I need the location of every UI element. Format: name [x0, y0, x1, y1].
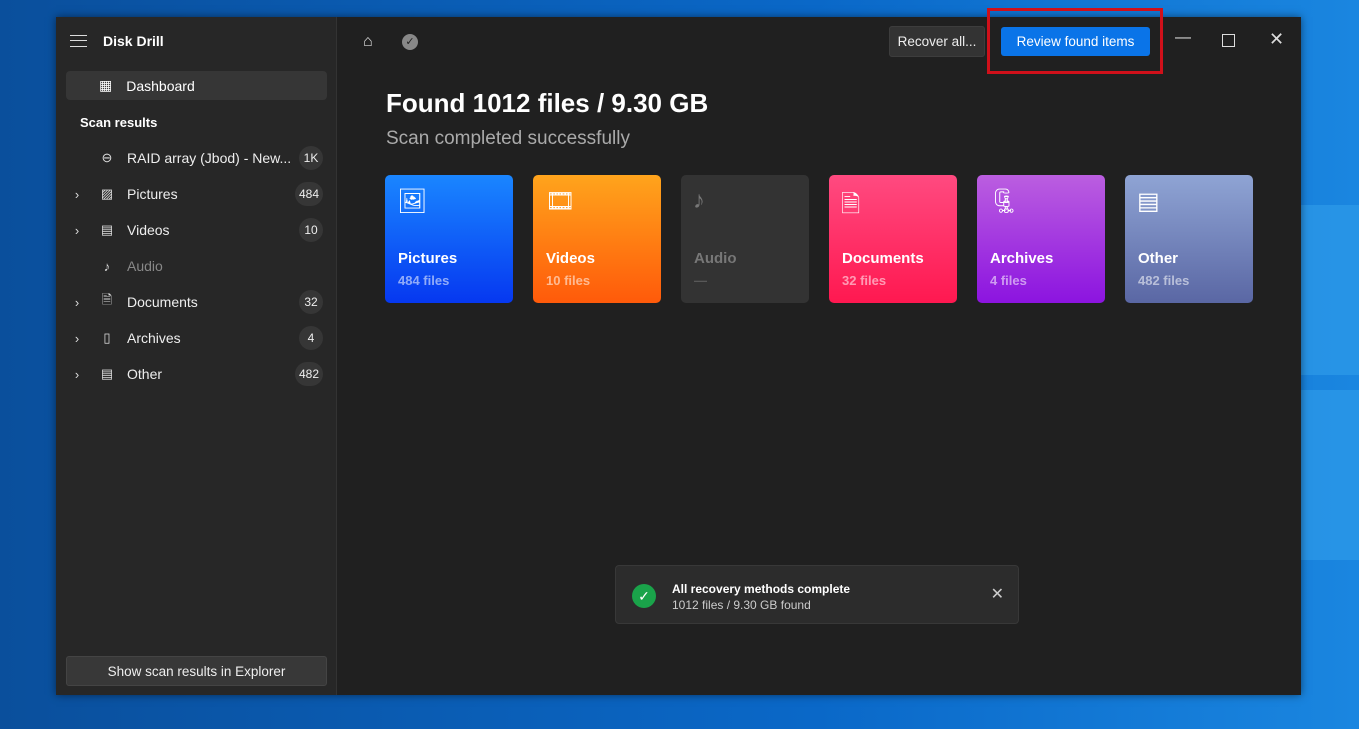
sidebar-item-label: Other: [127, 366, 163, 382]
card-count: 10 files: [546, 273, 591, 288]
close-icon[interactable]: ✕: [991, 584, 1004, 604]
sidebar-item-dashboard[interactable]: ▦ Dashboard: [66, 71, 327, 100]
chevron-right-icon[interactable]: ›: [66, 331, 88, 346]
file-icon: ▤: [100, 366, 114, 381]
pictures-icon: 🖼: [397, 188, 428, 215]
app-window: Disk Drill ▦ Dashboard Scan results ⊖ RAI…: [56, 8, 1301, 695]
minimize-button[interactable]: —: [1175, 29, 1191, 47]
maximize-button[interactable]: [1222, 34, 1235, 47]
count-badge: 484: [294, 182, 323, 206]
count-badge: 4: [299, 326, 323, 350]
picture-icon: ▨: [100, 186, 114, 201]
card-count: 32 files: [842, 273, 887, 288]
recover-all-button[interactable]: Recover all...: [889, 26, 985, 57]
home-icon[interactable]: ⌂: [363, 33, 373, 51]
drive-icon: ⊖: [101, 150, 113, 165]
sidebar: Disk Drill ▦ Dashboard Scan results ⊖ RAI…: [56, 17, 337, 695]
card-count: —: [694, 273, 707, 288]
card-count: 484 files: [398, 273, 450, 288]
grid-icon: ▦: [99, 77, 113, 93]
category-card-audio[interactable]: ♪ Audio —: [681, 175, 809, 303]
sidebar-item-label: Pictures: [127, 186, 178, 202]
card-name: Videos: [546, 250, 595, 267]
sidebar-item-pictures[interactable]: › ▨ Pictures 484: [66, 179, 327, 209]
videos-icon: 🎞: [545, 188, 576, 215]
sidebar-item-label: Videos: [127, 222, 170, 238]
show-in-explorer-button[interactable]: Show scan results in Explorer: [66, 656, 327, 686]
card-count: 482 files: [1138, 273, 1190, 288]
card-count: 4 files: [990, 273, 1027, 288]
page-subtitle: Scan completed successfully: [386, 128, 630, 149]
other-icon: ▤: [1137, 188, 1160, 215]
document-icon: 🗎: [101, 292, 113, 307]
chevron-right-icon[interactable]: ›: [66, 223, 88, 238]
card-name: Audio: [694, 250, 737, 267]
check-status-icon[interactable]: ✓: [402, 34, 418, 50]
sidebar-item-documents[interactable]: › 🗎 Documents 32: [66, 287, 327, 317]
chevron-right-icon[interactable]: ›: [66, 367, 88, 382]
count-badge: 1K: [299, 146, 323, 170]
app-header: Disk Drill: [70, 33, 164, 49]
sidebar-item-label: RAID array (Jbod) - New...: [127, 150, 292, 166]
menu-icon[interactable]: [70, 35, 87, 47]
card-name: Archives: [990, 250, 1054, 267]
music-icon: ♪: [103, 258, 111, 274]
close-button[interactable]: ✕: [1269, 29, 1284, 50]
sidebar-item-label: Archives: [127, 330, 181, 346]
toast-title: All recovery methods complete: [672, 582, 851, 596]
sidebar-item-label: Audio: [127, 258, 163, 274]
archives-icon: 🗜: [989, 188, 1020, 215]
film-icon: ▤: [100, 222, 114, 237]
card-name: Other: [1138, 250, 1179, 267]
category-card-other[interactable]: ▤ Other 482 files: [1125, 175, 1253, 303]
sidebar-item-label: Documents: [127, 294, 198, 310]
card-name: Pictures: [398, 250, 458, 267]
notification-toast: ✓ All recovery methods complete 1012 fil…: [615, 565, 1019, 624]
sidebar-item-videos[interactable]: › ▤ Videos 10: [66, 215, 327, 245]
card-name: Documents: [842, 250, 924, 267]
toast-detail: 1012 files / 9.30 GB found: [672, 598, 811, 612]
sidebar-item-raid[interactable]: ⊖ RAID array (Jbod) - New... 1K: [66, 143, 327, 173]
chevron-right-icon[interactable]: ›: [66, 295, 88, 310]
desktop-wallpaper: [1299, 390, 1359, 560]
chevron-right-icon[interactable]: ›: [66, 187, 88, 202]
page-title: Found 1012 files / 9.30 GB: [386, 88, 709, 118]
sidebar-item-archives[interactable]: › ▯ Archives 4: [66, 323, 327, 353]
sidebar-item-label: Dashboard: [126, 77, 195, 94]
count-badge: 482: [294, 362, 323, 386]
desktop-wallpaper: [1299, 205, 1359, 375]
category-card-pictures[interactable]: 🖼 Pictures 484 files: [385, 175, 513, 303]
category-card-videos[interactable]: 🎞 Videos 10 files: [533, 175, 661, 303]
section-heading: Scan results: [80, 115, 158, 130]
check-circle-icon: ✓: [632, 584, 656, 608]
audio-icon: ♪: [693, 187, 705, 214]
category-card-documents[interactable]: 🗎 Documents 32 files: [829, 175, 957, 303]
sidebar-item-audio[interactable]: ♪ Audio: [66, 251, 327, 281]
sidebar-item-other[interactable]: › ▤ Other 482: [66, 359, 327, 389]
category-card-archives[interactable]: 🗜 Archives 4 files: [977, 175, 1105, 303]
highlight-box: [987, 8, 1163, 74]
documents-icon: 🗎: [841, 191, 861, 218]
archive-icon: ▯: [103, 330, 111, 345]
app-title: Disk Drill: [103, 33, 164, 49]
count-badge: 10: [299, 218, 323, 242]
count-badge: 32: [299, 290, 323, 314]
